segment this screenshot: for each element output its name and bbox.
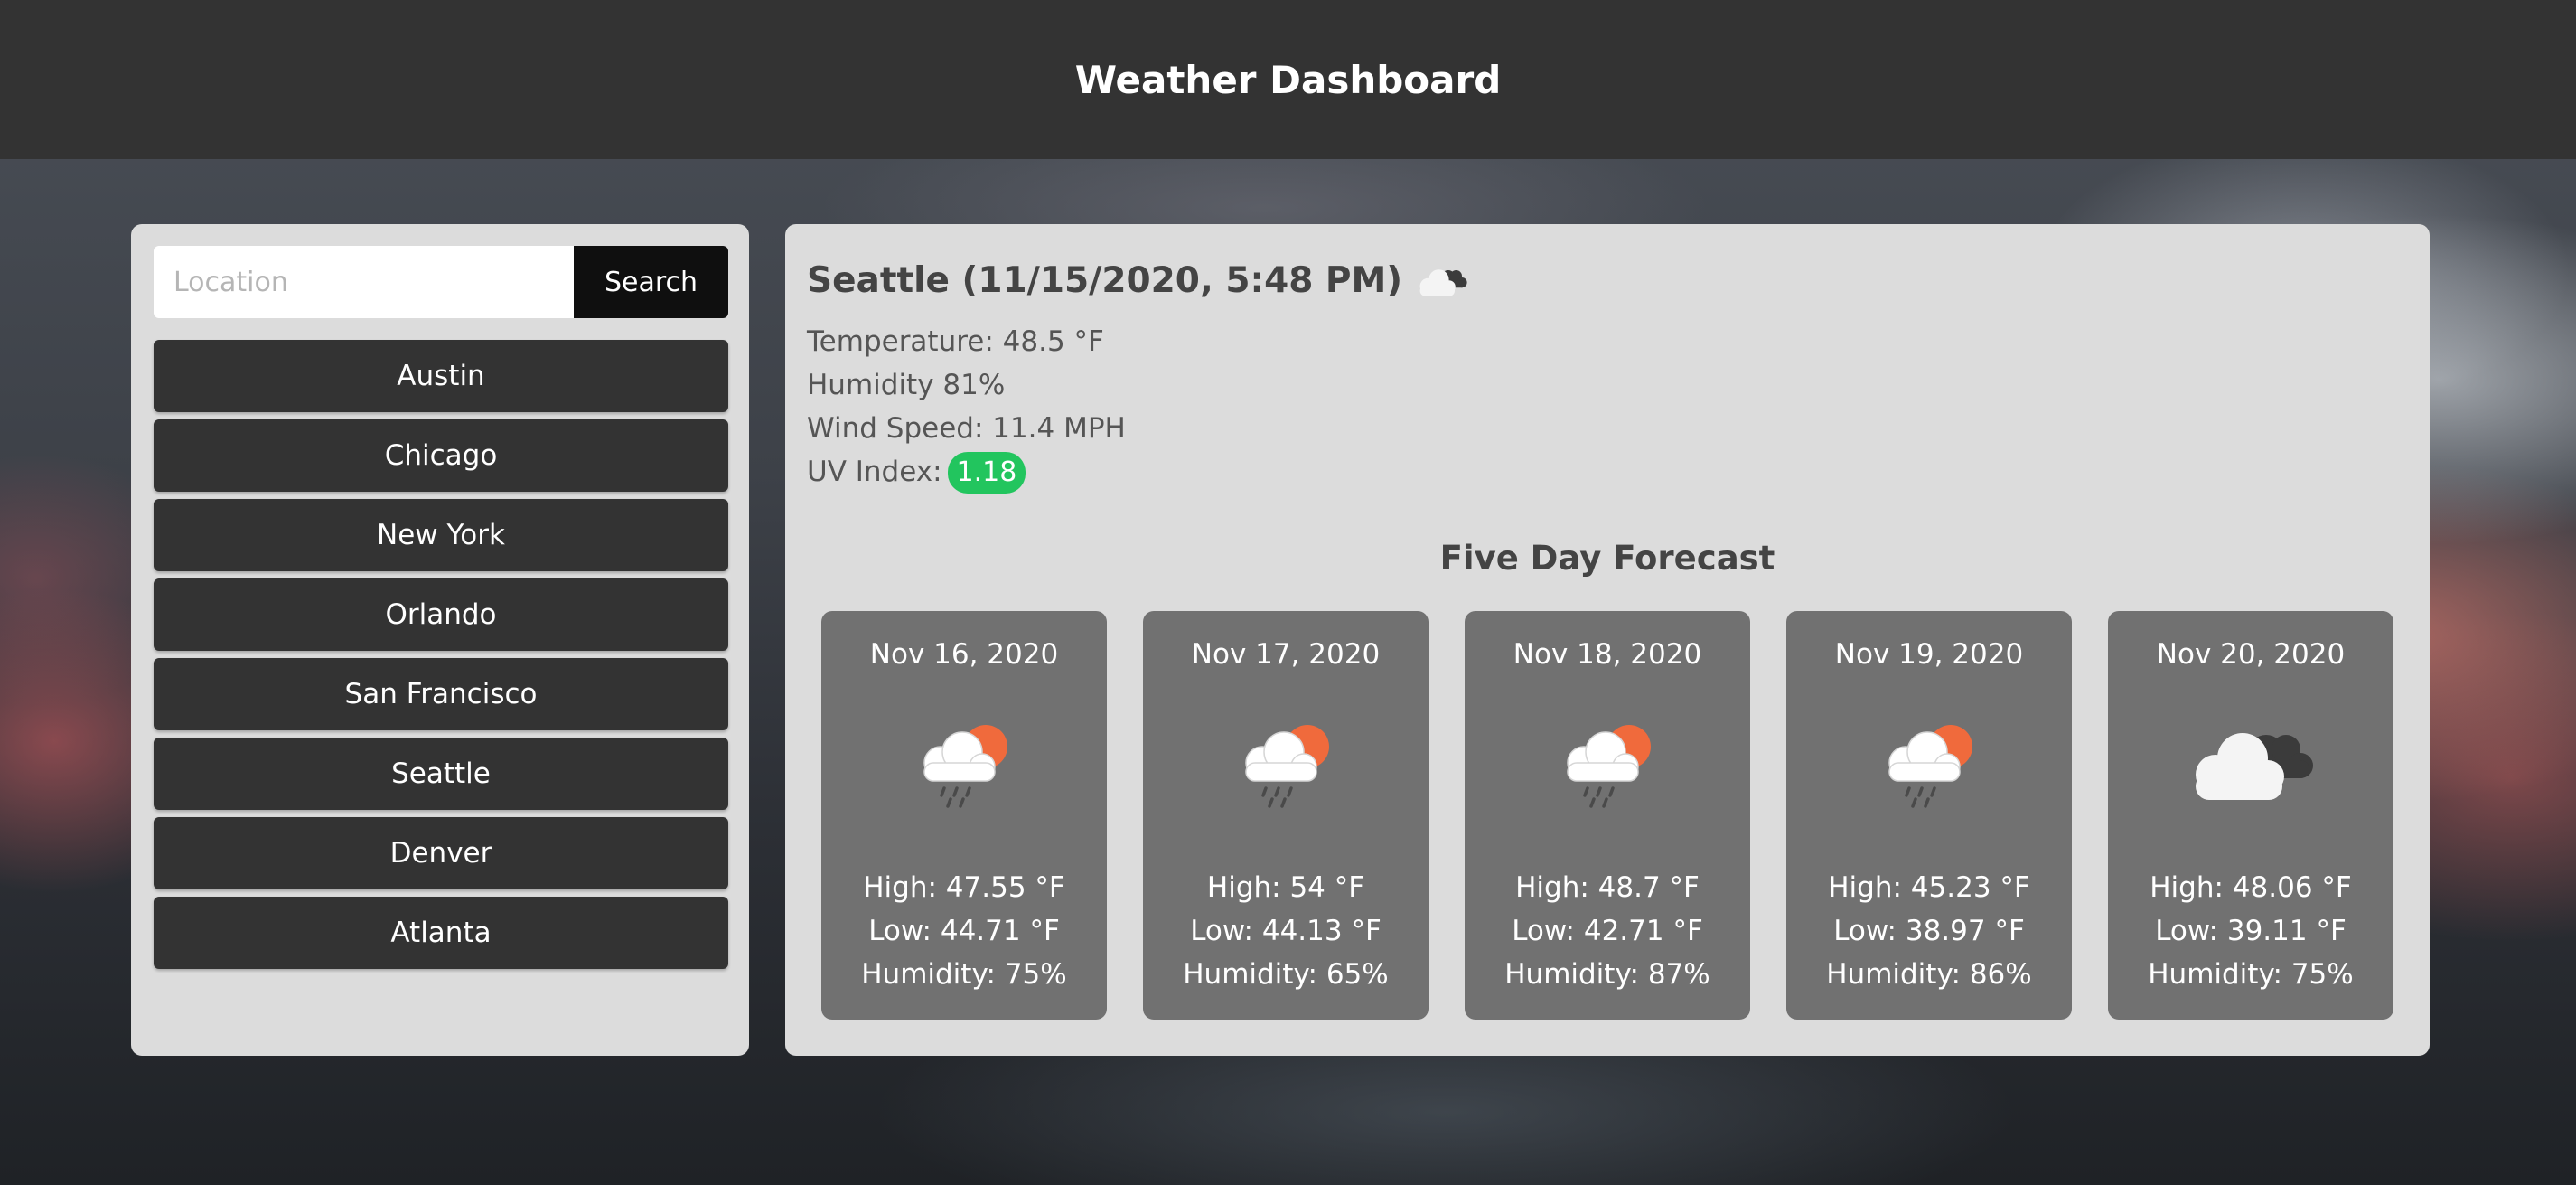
forecast-date: Nov 17, 2020 (1191, 638, 1381, 671)
current-uv-row: UV Index: 1.18 (807, 450, 1126, 494)
current-weather-heading: Seattle (11/15/2020, 5:48 PM) (807, 260, 1469, 301)
forecast-low: Low: 44.13 °F (1190, 915, 1382, 947)
forecast-low: Low: 44.71 °F (868, 915, 1060, 947)
forecast-humidity: Humidity: 65% (1183, 958, 1389, 991)
forecast-card: Nov 17, 2020 High: 54 °F Low: 44.13 °F H… (1143, 611, 1429, 1020)
search-button[interactable]: Search (574, 246, 728, 318)
page-title: Weather Dashboard (1074, 57, 1502, 102)
uv-index-badge: 1.18 (947, 452, 1026, 494)
forecast-date: Nov 19, 2020 (1834, 638, 2024, 671)
sun-rain-cloud-icon (1875, 712, 1983, 812)
city-history-list: Austin Chicago New York Orlando San Fran… (154, 340, 728, 976)
sun-rain-cloud-icon (1553, 712, 1662, 812)
broken-clouds-icon (1415, 261, 1469, 301)
search-sidebar: Search Austin Chicago New York Orlando S… (131, 224, 749, 1056)
forecast-card: Nov 16, 2020 High: 47.55 °F Low: 44.71 °… (821, 611, 1107, 1020)
city-button-denver[interactable]: Denver (154, 817, 728, 889)
city-button-orlando[interactable]: Orlando (154, 578, 728, 651)
forecast-high: High: 47.55 °F (863, 871, 1065, 904)
city-button-atlanta[interactable]: Atlanta (154, 897, 728, 969)
header-bar: Weather Dashboard (0, 0, 2576, 159)
forecast-high: High: 45.23 °F (1828, 871, 2030, 904)
forecast-low: Low: 38.97 °F (1833, 915, 2025, 947)
current-weather-stats: Temperature: 48.5 °F Humidity 81% Wind S… (807, 320, 1126, 494)
forecast-date: Nov 20, 2020 (2156, 638, 2346, 671)
search-form: Search (154, 246, 728, 318)
forecast-card: Nov 18, 2020 High: 48.7 °F Low: 42.71 °F… (1465, 611, 1750, 1020)
city-button-austin[interactable]: Austin (154, 340, 728, 412)
current-city-title: Seattle (11/15/2020, 5:48 PM) (807, 260, 1403, 301)
current-humidity: Humidity 81% (807, 369, 1006, 401)
sun-rain-cloud-icon (910, 712, 1018, 812)
current-wind-speed: Wind Speed: 11.4 MPH (807, 412, 1126, 445)
forecast-date: Nov 16, 2020 (869, 638, 1059, 671)
city-button-san-francisco[interactable]: San Francisco (154, 658, 728, 730)
weather-panel: Seattle (11/15/2020, 5:48 PM) Temperatur… (785, 224, 2430, 1056)
forecast-low: Low: 42.71 °F (1512, 915, 1703, 947)
forecast-cards: Nov 16, 2020 High: 47.55 °F Low: 44.71 °… (821, 611, 2393, 1020)
broken-clouds-icon (2183, 712, 2318, 812)
sun-rain-cloud-icon (1232, 712, 1340, 812)
forecast-humidity: Humidity: 75% (861, 958, 1067, 991)
city-button-new-york[interactable]: New York (154, 499, 728, 571)
forecast-card: Nov 20, 2020 High: 48.06 °F Low: 39.11 °… (2108, 611, 2393, 1020)
forecast-humidity: Humidity: 86% (1826, 958, 2032, 991)
forecast-low: Low: 39.11 °F (2155, 915, 2347, 947)
forecast-card: Nov 19, 2020 High: 45.23 °F Low: 38.97 °… (1786, 611, 2072, 1020)
forecast-date: Nov 18, 2020 (1513, 638, 1702, 671)
forecast-humidity: Humidity: 75% (2148, 958, 2354, 991)
forecast-humidity: Humidity: 87% (1504, 958, 1710, 991)
city-button-seattle[interactable]: Seattle (154, 738, 728, 810)
forecast-high: High: 54 °F (1206, 871, 1365, 904)
forecast-title: Five Day Forecast (1439, 539, 1775, 578)
current-temperature: Temperature: 48.5 °F (807, 325, 1104, 358)
forecast-high: High: 48.7 °F (1515, 871, 1700, 904)
location-input[interactable] (154, 246, 574, 318)
forecast-high: High: 48.06 °F (2150, 871, 2352, 904)
uv-index-label: UV Index: (807, 456, 942, 488)
city-button-chicago[interactable]: Chicago (154, 419, 728, 492)
